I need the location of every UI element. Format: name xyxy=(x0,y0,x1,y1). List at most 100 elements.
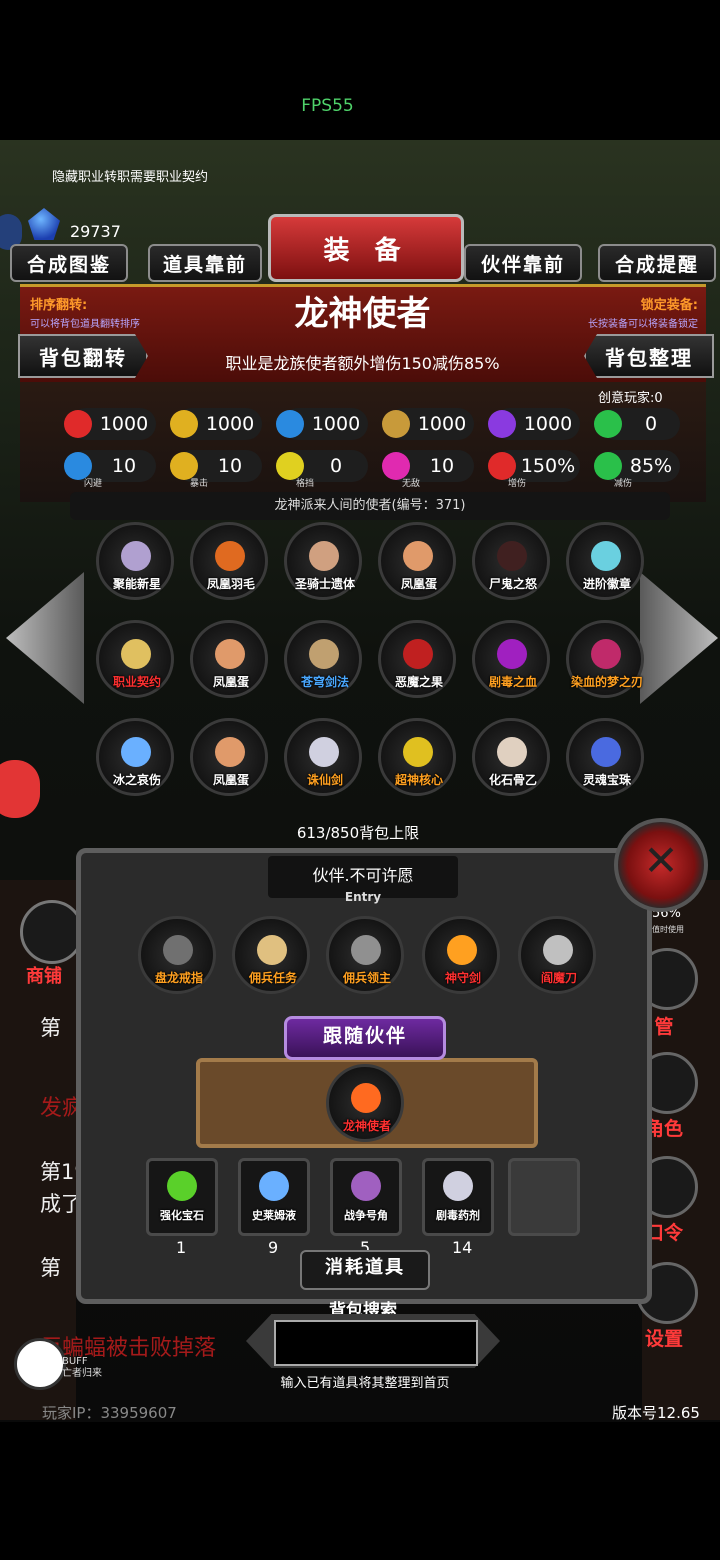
close-button[interactable]: ✕ xyxy=(614,818,708,912)
buff-subtitle: 亡者归来 xyxy=(62,1368,102,1379)
inventory-item[interactable]: 聚能新星 xyxy=(96,522,174,600)
stat-damage-up: 150% 增伤 xyxy=(488,450,580,489)
consumable-slot[interactable]: 史莱姆液 xyxy=(238,1158,310,1236)
item-art-icon xyxy=(403,737,433,767)
inventory-item[interactable]: 尸鬼之怒 xyxy=(472,522,550,600)
stat-value: 10 xyxy=(429,455,455,477)
consumable-name: 强化宝石 xyxy=(160,1209,204,1222)
heart-icon xyxy=(64,410,92,438)
stat-hp: 1000 xyxy=(64,408,156,440)
stat-value: 1000 xyxy=(523,413,573,435)
stat-strength: 1000 xyxy=(170,408,262,440)
stat-value: 1000 xyxy=(417,413,467,435)
creative-player-count: 创意玩家:0 xyxy=(598,391,663,406)
partner-name: 阎魔刀 xyxy=(540,971,577,985)
stat-label: 格挡 xyxy=(296,479,315,489)
inventory-item[interactable]: 诛仙剑 xyxy=(284,718,362,796)
buff-title: BUFF xyxy=(62,1356,88,1367)
stat-label: 暴击 xyxy=(190,479,209,489)
inventory-item[interactable]: 苍穹剑法 xyxy=(284,620,362,698)
consumable-slot[interactable]: 战争号角 xyxy=(330,1158,402,1236)
inventory-item[interactable]: 灵魂宝珠 xyxy=(566,718,644,796)
stat-luck: 0 xyxy=(594,408,680,440)
inventory-item[interactable]: 凤凰蛋 xyxy=(190,718,268,796)
consumable-art-icon xyxy=(351,1171,381,1201)
consumable-slot[interactable]: 剧毒药剂 xyxy=(422,1158,494,1236)
item-art-icon xyxy=(121,541,151,571)
item-art-icon xyxy=(497,541,527,571)
gem-count: 29737 xyxy=(70,222,121,241)
empty-consumable-slot[interactable] xyxy=(508,1158,580,1236)
lock-sublabel: 长按装备可以将装备锁定 xyxy=(588,319,698,330)
inventory-item[interactable]: 凤凰蛋 xyxy=(190,620,268,698)
item-art-icon xyxy=(121,639,151,669)
partner-art-icon xyxy=(163,935,193,965)
stat-magic: 1000 xyxy=(488,408,580,440)
item-art-icon xyxy=(215,639,245,669)
skull-buff-icon[interactable] xyxy=(14,1338,66,1390)
lightning-icon xyxy=(488,410,516,438)
avatar-icon[interactable] xyxy=(0,760,40,818)
shop-label: 商铺 xyxy=(26,966,62,987)
inventory-item[interactable]: 凤凰羽毛 xyxy=(190,522,268,600)
item-name: 灵魂宝珠 xyxy=(582,773,631,787)
search-hint: 输入已有道具将其整理到首页 xyxy=(280,1376,450,1391)
inventory-item[interactable]: 冰之哀伤 xyxy=(96,718,174,796)
item-name: 凤凰蛋 xyxy=(212,773,249,787)
partner-name: 佣兵领主 xyxy=(342,971,391,985)
partner-slot[interactable]: 佣兵任务 xyxy=(232,916,310,994)
partner-name: 佣兵任务 xyxy=(248,971,297,985)
buff-label: BUFF 亡者归来 xyxy=(62,1356,102,1380)
consumable-slot[interactable]: 强化宝石 xyxy=(146,1158,218,1236)
settings-label: 设置 xyxy=(644,1328,683,1350)
item-art-icon xyxy=(215,541,245,571)
character-lore: 龙神派来人间的使者(编号：371) xyxy=(70,492,670,520)
follow-partner-slot[interactable]: 龙神使者 xyxy=(326,1064,404,1142)
inventory-item[interactable]: 化石骨乙 xyxy=(472,718,550,796)
item-name: 超神核心 xyxy=(394,773,443,787)
stat-value: 10 xyxy=(111,455,137,477)
item-art-icon xyxy=(121,737,151,767)
inventory-item[interactable]: 进阶徽章 xyxy=(566,522,644,600)
inventory-item[interactable]: 超神核心 xyxy=(378,718,456,796)
tab-partners-first[interactable]: 伙伴靠前 xyxy=(464,244,582,282)
partner-name: 盘龙戒指 xyxy=(154,971,203,985)
follow-partner-name: 龙神使者 xyxy=(342,1119,391,1133)
tab-items-first[interactable]: 道具靠前 xyxy=(148,244,262,282)
inventory-item[interactable]: 职业契约 xyxy=(96,620,174,698)
consumables-title: 消耗道具 xyxy=(300,1250,430,1290)
log-line: 第 xyxy=(40,1016,61,1040)
stat-attack: 1000 xyxy=(382,408,474,440)
log-line: 第 xyxy=(40,1256,61,1280)
tab-synthesis-guide[interactable]: 合成图鉴 xyxy=(10,244,128,282)
partner-slot[interactable]: 佣兵领主 xyxy=(326,916,404,994)
equipment-title: 装 备 xyxy=(268,214,464,282)
inventory-item[interactable]: 凤凰蛋 xyxy=(378,522,456,600)
partner-slot[interactable]: 神守剑 xyxy=(422,916,500,994)
clover-icon xyxy=(594,410,622,438)
inventory-item[interactable]: 圣骑士遗体 xyxy=(284,522,362,600)
armor-icon xyxy=(276,410,304,438)
sword-icon xyxy=(382,410,410,438)
item-name: 诛仙剑 xyxy=(306,773,343,787)
stat-block: 0 格挡 xyxy=(276,450,368,489)
inventory-item[interactable]: 恶魔之果 xyxy=(378,620,456,698)
item-art-icon xyxy=(309,737,339,767)
inventory-item[interactable]: 剧毒之血 xyxy=(472,620,550,698)
stat-value: 1000 xyxy=(205,413,255,435)
item-name: 染血的梦之刃 xyxy=(570,675,643,689)
partner-slot[interactable]: 阎魔刀 xyxy=(518,916,596,994)
tab-synthesis-reminder[interactable]: 合成提醒 xyxy=(598,244,716,282)
sort-sublabel: 可以将背包道具翻转排序 xyxy=(30,319,140,330)
bag-sort-button[interactable]: 背包整理 xyxy=(584,334,714,378)
bag-search-input[interactable] xyxy=(274,1320,478,1366)
stat-armor: 1000 xyxy=(276,408,368,440)
stat-label: 闪避 xyxy=(84,479,103,489)
bag-flip-button[interactable]: 背包翻转 xyxy=(18,334,148,378)
shop-icon[interactable] xyxy=(20,900,84,964)
item-name: 冰之哀伤 xyxy=(112,773,161,787)
follow-partner-title: 跟随伙伴 xyxy=(284,1016,446,1060)
partner-art-icon xyxy=(351,935,381,965)
inventory-item[interactable]: 染血的梦之刃 xyxy=(566,620,644,698)
partner-slot[interactable]: 盘龙戒指 xyxy=(138,916,216,994)
